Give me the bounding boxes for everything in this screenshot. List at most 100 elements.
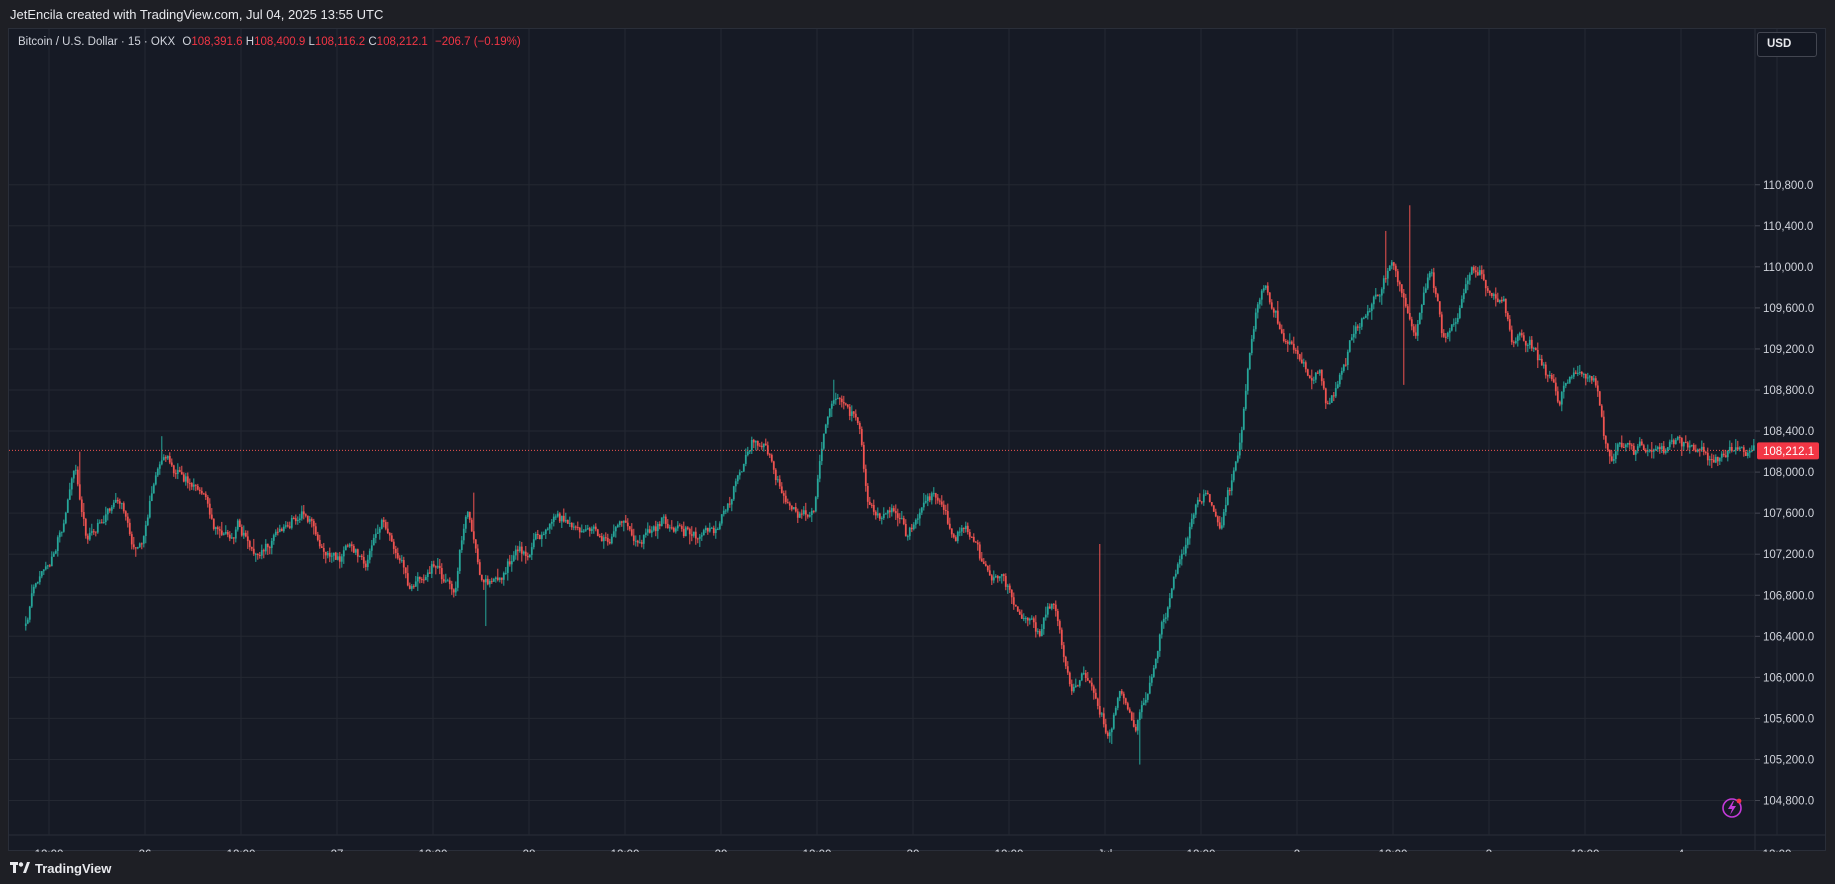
candle-body	[446, 580, 449, 582]
candle-body	[732, 486, 735, 500]
candle-body	[1076, 685, 1079, 687]
candle-body	[778, 479, 781, 487]
candle-body	[1080, 673, 1083, 681]
lightning-icon[interactable]	[1722, 798, 1742, 818]
candle-body	[1552, 379, 1555, 383]
candle-body	[1378, 295, 1381, 297]
candle-body	[1542, 364, 1545, 366]
candle-body	[1494, 294, 1497, 299]
candle-body	[1478, 270, 1481, 276]
candle-body	[666, 523, 669, 529]
candle-body	[870, 504, 873, 506]
candle-body	[1352, 333, 1355, 338]
candle-body	[1178, 559, 1181, 565]
candle-body	[258, 554, 261, 556]
candle-body	[108, 508, 111, 511]
candle-body	[1524, 340, 1527, 346]
candle-body	[850, 411, 853, 416]
candle-body	[638, 542, 641, 544]
candle-body	[116, 499, 119, 502]
candle-body	[1486, 288, 1489, 291]
price-chart[interactable]: 104,800.0 105,200.0 105,600.0 106,000.0 106,…	[0, 0, 1835, 884]
candle-body	[1136, 719, 1139, 731]
candle-body	[776, 479, 779, 481]
notification-dot	[1736, 798, 1742, 804]
candle-body	[1324, 388, 1327, 404]
candle-body	[286, 525, 289, 527]
candle-body	[518, 546, 521, 552]
candle-body	[896, 513, 899, 518]
candle-body	[688, 528, 691, 535]
candle-body	[824, 424, 827, 434]
candle-body	[1134, 726, 1137, 731]
candle-body	[1022, 618, 1025, 620]
candle-body	[918, 512, 921, 519]
candle-body	[774, 469, 777, 481]
candle-body	[1748, 451, 1751, 453]
candle-body	[878, 513, 881, 519]
candle-body	[696, 538, 699, 540]
candle-body	[1214, 511, 1217, 517]
candle-body	[1042, 617, 1045, 630]
candle-body	[100, 522, 103, 524]
candle-body	[868, 501, 871, 505]
price-tick-label: 110,400.0	[1763, 221, 1813, 233]
candle-body	[516, 549, 519, 552]
candle-body	[1488, 290, 1491, 293]
candle-body	[632, 535, 635, 541]
candle-body	[224, 531, 227, 534]
candle-body	[1374, 294, 1377, 297]
candle-body	[434, 566, 437, 568]
candle-body	[44, 566, 47, 570]
candle-body	[1588, 376, 1591, 378]
candle-body	[922, 502, 925, 508]
candle-body	[356, 549, 359, 557]
candle-body	[1550, 375, 1553, 380]
candle-body	[1598, 391, 1601, 406]
candle-body	[912, 524, 915, 530]
candle-body	[746, 451, 749, 455]
candle-body	[1472, 267, 1475, 271]
candle-body	[1240, 429, 1243, 443]
candle-body	[346, 545, 349, 547]
price-axis[interactable]: 104,800.0 105,200.0 105,600.0 106,000.0 106,…	[1755, 180, 1819, 808]
candle-body	[1334, 388, 1337, 397]
candle-body	[1194, 504, 1197, 515]
candle-body	[126, 516, 129, 523]
candle-body	[290, 517, 293, 528]
candle-body	[934, 493, 937, 498]
currency-button[interactable]: USD	[1757, 32, 1817, 57]
candle-body	[982, 561, 985, 564]
candle-body	[1716, 457, 1719, 462]
candle-body	[524, 551, 527, 557]
candle-body	[1372, 296, 1375, 305]
candle-body	[862, 444, 865, 469]
candle-body	[1468, 274, 1471, 281]
candle-body	[1704, 451, 1707, 453]
candle-body	[894, 511, 897, 514]
candle-body	[1190, 518, 1193, 527]
candle-body	[1048, 606, 1051, 609]
candle-body	[384, 522, 387, 529]
candle-body	[1228, 490, 1231, 492]
price-tick-label: 109,200.0	[1763, 344, 1814, 356]
symbol-legend[interactable]: Bitcoin / U.S. Dollar · 15 · OKX O108,39…	[18, 36, 521, 48]
candle-body	[306, 515, 309, 522]
candle-body	[1520, 333, 1523, 336]
tradingview-logo[interactable]: TradingView	[10, 859, 111, 877]
candle-body	[1787, 439, 1789, 441]
candle-body	[628, 526, 631, 530]
candle-body	[650, 530, 653, 533]
candle-body	[338, 556, 341, 562]
candle-body	[92, 531, 95, 533]
candle-body	[408, 585, 411, 589]
candle-body	[1620, 442, 1623, 448]
candle-body	[950, 528, 953, 535]
candle-body	[454, 587, 457, 593]
candle-body	[560, 515, 563, 522]
price-tick-label: 105,200.0	[1763, 754, 1814, 766]
candle-body	[88, 532, 91, 540]
candle-body	[582, 530, 585, 532]
candle-body	[1226, 490, 1229, 505]
candle-body	[596, 529, 599, 536]
